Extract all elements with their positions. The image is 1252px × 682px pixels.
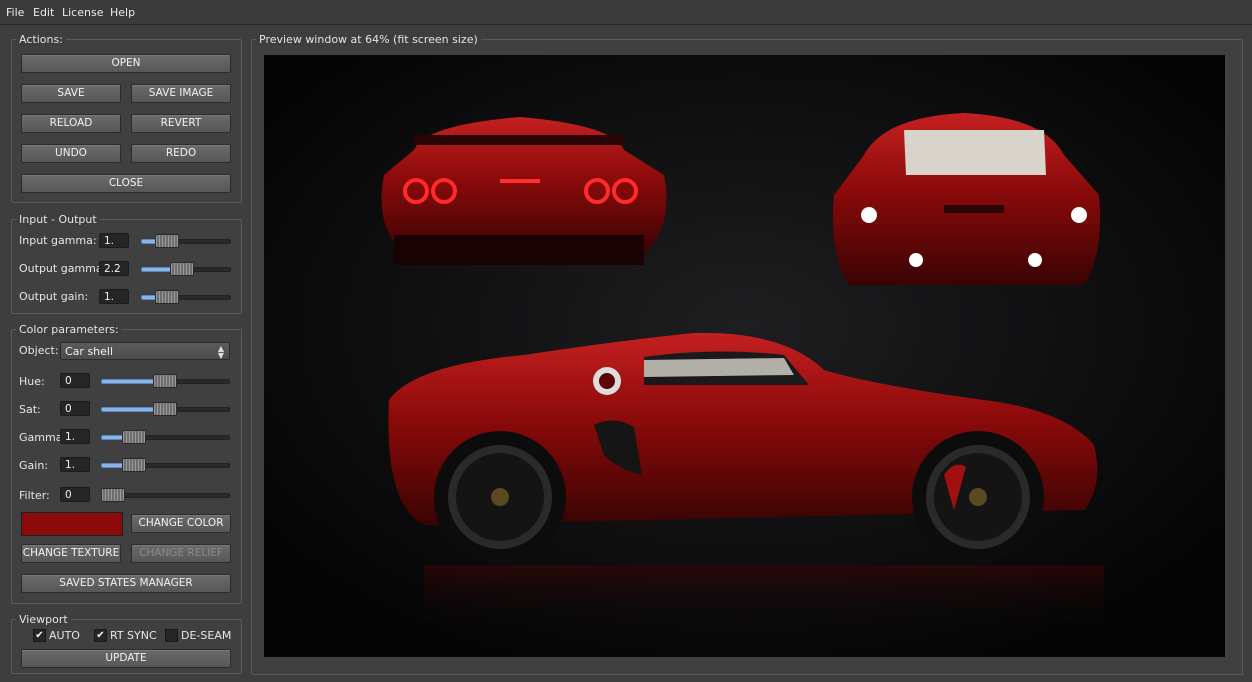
change-relief-button: CHANGE RELIEF (131, 544, 231, 563)
sat-field[interactable]: 0 (60, 401, 90, 416)
slider-handle[interactable] (101, 488, 125, 502)
gain-label: Gain: (19, 459, 48, 472)
filter-label: Filter: (19, 489, 50, 502)
slider-handle[interactable] (153, 402, 177, 416)
slider-handle[interactable] (122, 458, 146, 472)
checkmark-icon: ✔ (96, 630, 105, 641)
reload-button[interactable]: RELOAD (21, 114, 121, 133)
checkmark-icon: ✔ (35, 630, 44, 641)
de-seam-label: DE-SEAM (181, 629, 232, 642)
save-image-button[interactable]: SAVE IMAGE (131, 84, 231, 103)
revert-button[interactable]: REVERT (131, 114, 231, 133)
save-button[interactable]: SAVE (21, 84, 121, 103)
update-button[interactable]: UPDATE (21, 649, 231, 668)
change-texture-button[interactable]: CHANGE TEXTURE (21, 544, 121, 563)
slider-handle[interactable] (155, 290, 179, 304)
filter-slider[interactable] (101, 488, 230, 502)
gamma-field[interactable]: 1. (60, 429, 90, 444)
slider-handle[interactable] (122, 430, 146, 444)
sat-label: Sat: (19, 403, 41, 416)
undo-button[interactable]: UNDO (21, 144, 121, 163)
redo-button[interactable]: REDO (131, 144, 231, 163)
close-button[interactable]: CLOSE (21, 174, 231, 193)
actions-group: Actions: OPEN SAVE SAVE IMAGE RELOAD REV… (11, 33, 242, 203)
color-swatch[interactable] (21, 512, 123, 536)
gamma-slider[interactable] (101, 430, 230, 444)
wheel-front (912, 431, 1044, 563)
preview-viewport[interactable] (264, 55, 1225, 657)
wheel-rear (434, 431, 566, 563)
color-parameters-group: Color parameters: Object: Car shell ▲ ▼ H… (11, 323, 242, 604)
slider-handle[interactable] (155, 234, 179, 248)
output-gain-slider[interactable] (141, 290, 231, 304)
filter-field[interactable]: 0 (60, 487, 90, 502)
input-gamma-field[interactable]: 1. (99, 233, 129, 248)
menu-help[interactable]: Help (110, 6, 135, 19)
hue-field[interactable]: 0 (60, 373, 90, 388)
output-gamma-slider[interactable] (141, 262, 231, 276)
actions-title: Actions: (16, 33, 66, 46)
viewport-group: Viewport ✔ AUTO ✔ RT SYNC DE-SEAM UPDATE (11, 613, 242, 674)
input-output-title: Input - Output (16, 213, 100, 226)
auto-checkbox[interactable]: ✔ (33, 629, 46, 642)
saved-states-manager-button[interactable]: SAVED STATES MANAGER (21, 574, 231, 593)
viewport-title: Viewport (16, 613, 71, 626)
de-seam-checkbox[interactable] (165, 629, 178, 642)
updown-arrows-icon: ▲ ▼ (217, 344, 224, 360)
open-button[interactable]: OPEN (21, 54, 231, 73)
menu-file[interactable]: File (6, 6, 24, 19)
color-parameters-title: Color parameters: (16, 323, 122, 336)
rt-sync-checkbox[interactable]: ✔ (94, 629, 107, 642)
rt-sync-label: RT SYNC (110, 629, 157, 642)
output-gamma-label: Output gamma: (19, 262, 107, 275)
gain-field[interactable]: 1. (60, 457, 90, 472)
car-render-image (264, 55, 1225, 657)
hue-label: Hue: (19, 375, 45, 388)
input-gamma-slider[interactable] (141, 234, 231, 248)
sat-slider[interactable] (101, 402, 230, 416)
gain-slider[interactable] (101, 458, 230, 472)
object-select[interactable]: Car shell ▲ ▼ (60, 342, 230, 360)
menu-license[interactable]: License (62, 6, 103, 19)
preview-title: Preview window at 64% (fit screen size) (256, 33, 481, 46)
output-gain-label: Output gain: (19, 290, 89, 303)
change-color-button[interactable]: CHANGE COLOR (131, 514, 231, 533)
slider-handle[interactable] (170, 262, 194, 276)
input-gamma-label: Input gamma: (19, 234, 97, 247)
menu-edit[interactable]: Edit (33, 6, 54, 19)
rear-view-car (381, 117, 667, 265)
object-label: Object: (19, 344, 59, 357)
object-select-value: Car shell (65, 345, 114, 358)
hue-slider[interactable] (101, 374, 230, 388)
output-gain-field[interactable]: 1. (99, 289, 129, 304)
slider-handle[interactable] (153, 374, 177, 388)
auto-label: AUTO (49, 629, 80, 642)
menu-bar: File Edit License Help (0, 0, 1252, 25)
input-output-group: Input - Output Input gamma: 1. Output ga… (11, 213, 242, 314)
output-gamma-field[interactable]: 2.2 (99, 261, 129, 276)
